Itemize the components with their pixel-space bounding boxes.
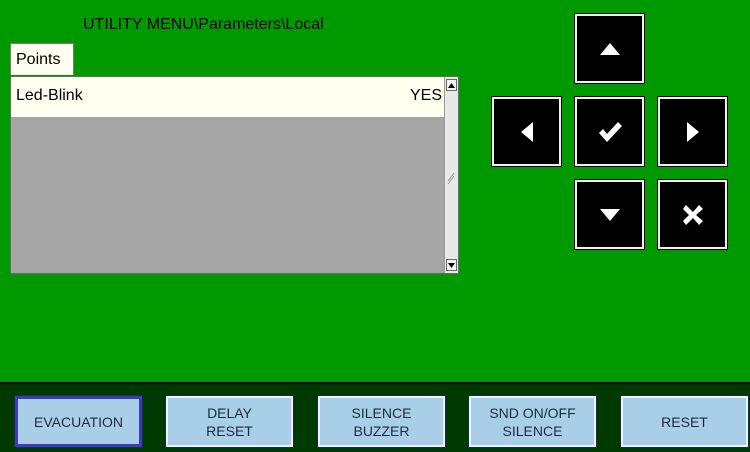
- points-list: Led-Blink YES: [10, 76, 459, 274]
- button-label: SILENCE BUZZER: [352, 404, 412, 440]
- button-label: SND ON/OFF SILENCE: [489, 404, 575, 440]
- down-arrow-icon: [599, 208, 620, 221]
- label-line-2: SILENCE: [502, 422, 563, 439]
- chevron-up-icon: [448, 82, 455, 88]
- list-item[interactable]: Led-Blink YES: [11, 77, 445, 117]
- point-name: Led-Blink: [16, 87, 83, 104]
- silence-buzzer-button[interactable]: SILENCE BUZZER: [317, 395, 446, 448]
- label-line-1: DELAY: [207, 404, 252, 421]
- delay-reset-button[interactable]: DELAY RESET: [165, 395, 294, 448]
- point-value: YES: [409, 87, 442, 104]
- check-icon: [598, 121, 622, 142]
- label-line-2: BUZZER: [353, 422, 410, 439]
- list-scrollbar[interactable]: [444, 77, 458, 273]
- button-label: DELAY RESET: [206, 404, 253, 440]
- nav-left-button[interactable]: [491, 96, 562, 167]
- evacuation-button[interactable]: EVACUATION: [14, 395, 143, 448]
- nav-up-button[interactable]: [574, 13, 645, 84]
- snd-onoff-silence-button[interactable]: SND ON/OFF SILENCE: [468, 395, 597, 448]
- scroll-down-button[interactable]: [446, 259, 457, 271]
- label-line-1: RESET: [661, 413, 708, 430]
- tab-points[interactable]: Points: [10, 43, 74, 75]
- scroll-up-button[interactable]: [446, 79, 457, 91]
- function-bar: EVACUATION DELAY RESET SILENCE BUZZER SN…: [0, 386, 750, 452]
- nav-right-button[interactable]: [657, 96, 728, 167]
- page-title: UTILITY MENU\Parameters\Local: [83, 16, 324, 33]
- chevron-down-icon: [448, 262, 455, 268]
- label-line-1: SILENCE: [351, 404, 412, 421]
- label-line-1: SND ON/OFF: [489, 404, 576, 421]
- right-arrow-icon: [686, 121, 699, 142]
- reset-button[interactable]: RESET: [620, 395, 749, 448]
- grip-icon: [447, 172, 455, 185]
- up-arrow-icon: [599, 42, 620, 55]
- cross-icon: [682, 204, 703, 225]
- nav-down-button[interactable]: [574, 179, 645, 250]
- cancel-button[interactable]: [657, 179, 728, 250]
- button-label: EVACUATION: [34, 413, 123, 431]
- left-arrow-icon: [520, 121, 533, 142]
- label-line-2: RESET: [206, 422, 253, 439]
- button-label: RESET: [661, 413, 708, 431]
- label-line-1: EVACUATION: [34, 413, 123, 430]
- ok-button[interactable]: [574, 96, 645, 167]
- main-screen: UTILITY MENU\Parameters\Local Points Led…: [0, 0, 750, 384]
